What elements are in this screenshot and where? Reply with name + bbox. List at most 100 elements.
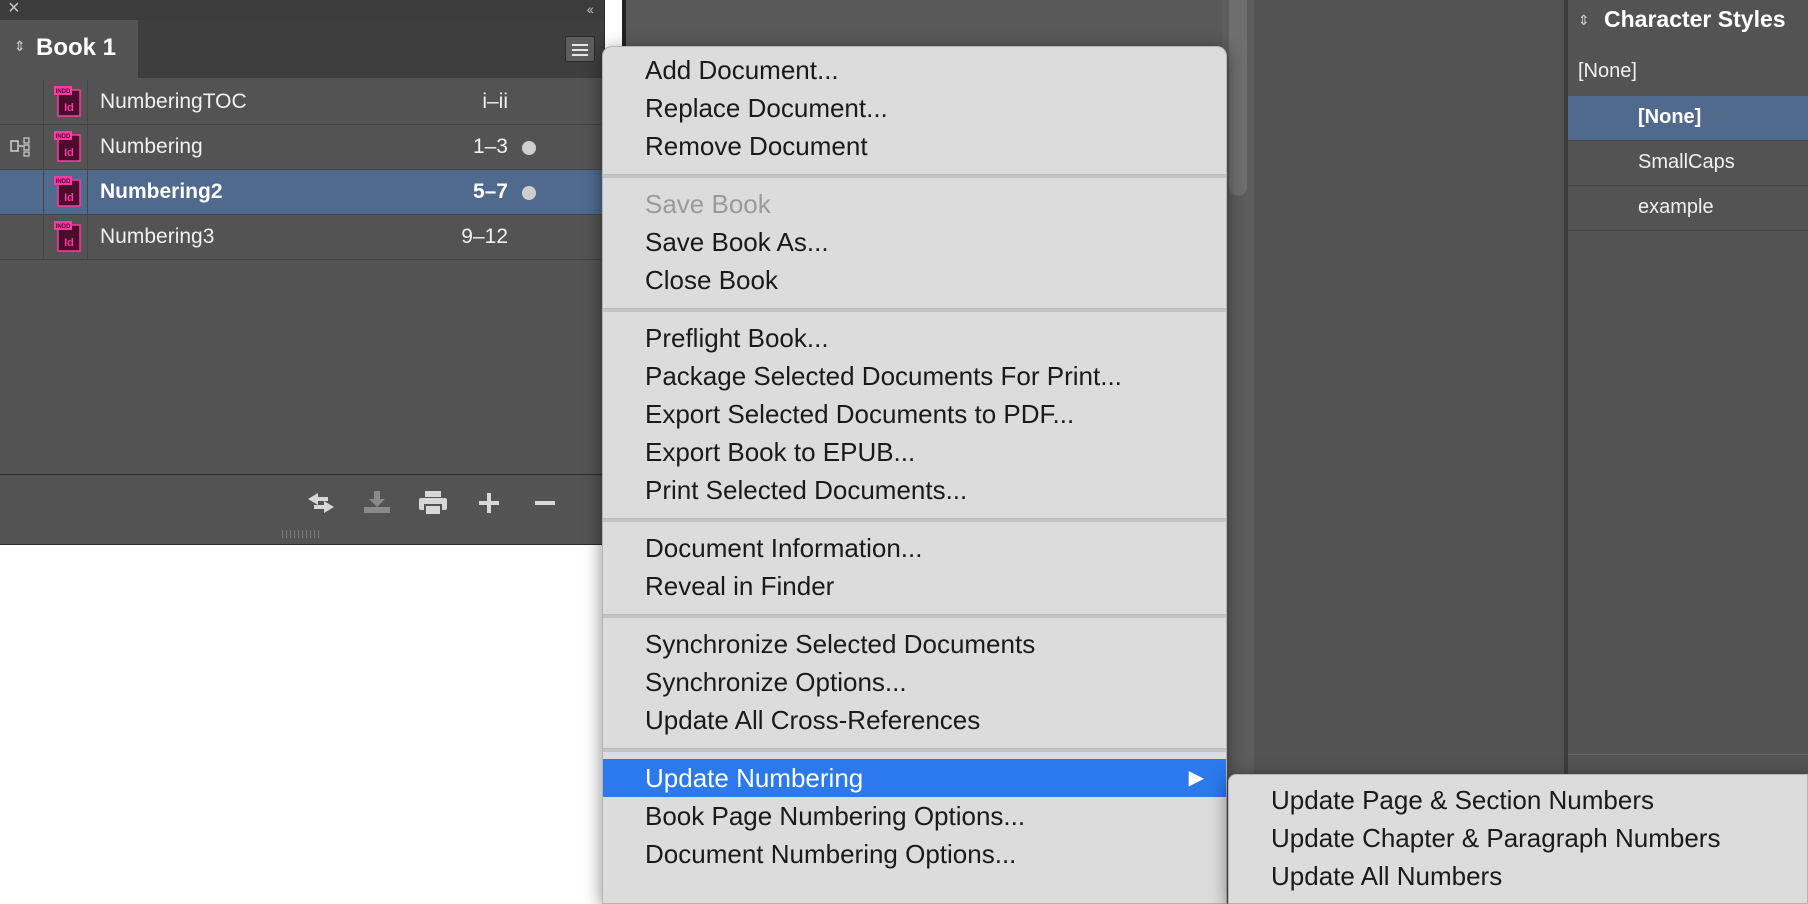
document-page-range: 5–7 bbox=[472, 180, 508, 203]
style-item-none[interactable]: [None] bbox=[1568, 96, 1808, 141]
indesign-document-icon: INDD Id bbox=[54, 221, 81, 252]
style-item-example[interactable]: example bbox=[1568, 186, 1808, 231]
menu-item-package-selected-documents-for-print[interactable]: Package Selected Documents For Print... bbox=[603, 357, 1226, 395]
menu-group: Preflight Book... Package Selected Docume… bbox=[603, 315, 1226, 515]
menu-item-label: Update All Cross-References bbox=[645, 705, 981, 735]
synchronize-icon[interactable] bbox=[304, 489, 338, 517]
svg-text:Id: Id bbox=[64, 102, 74, 114]
menu-item-label: Book Page Numbering Options... bbox=[645, 801, 1026, 831]
menu-item-label: Document Numbering Options... bbox=[645, 839, 1017, 869]
svg-text:Id: Id bbox=[64, 237, 74, 249]
menu-item-close-book[interactable]: Close Book bbox=[603, 261, 1226, 299]
menu-item-preflight-book[interactable]: Preflight Book... bbox=[603, 319, 1226, 357]
sync-status-cell bbox=[0, 80, 44, 124]
document-row[interactable]: INDD Id Numbering3 9–12 bbox=[0, 215, 604, 260]
print-icon[interactable] bbox=[416, 489, 450, 517]
doc-icon-cell: INDD Id bbox=[44, 125, 88, 169]
document-name: Numbering bbox=[100, 135, 203, 158]
style-item-smallcaps[interactable]: SmallCaps bbox=[1568, 141, 1808, 186]
menu-item-print-selected-documents[interactable]: Print Selected Documents... bbox=[603, 471, 1226, 509]
document-name: NumberingTOC bbox=[100, 90, 247, 113]
document-row[interactable]: INDD Id Numbering 1–3 bbox=[0, 125, 604, 170]
menu-item-add-document[interactable]: Add Document... bbox=[603, 51, 1226, 89]
character-styles-panel: ⇕ Character Styles [None] [None] SmallCap… bbox=[1568, 0, 1808, 904]
style-label: [None] bbox=[1638, 106, 1702, 128]
menu-item-reveal-in-finder[interactable]: Reveal in Finder bbox=[603, 567, 1226, 605]
document-name: Numbering3 bbox=[100, 225, 215, 248]
save-book-icon[interactable] bbox=[360, 489, 394, 517]
collapse-icon[interactable]: ‹‹ bbox=[587, 0, 594, 19]
submenu-arrow-icon: ▶ bbox=[1188, 767, 1204, 789]
menu-item-export-selected-documents-to-pdf[interactable]: Export Selected Documents to PDF... bbox=[603, 395, 1226, 433]
book-title: Book 1 bbox=[36, 34, 117, 61]
menu-item-export-book-to-epub[interactable]: Export Book to EPUB... bbox=[603, 433, 1226, 471]
menu-item-document-information[interactable]: Document Information... bbox=[603, 529, 1226, 567]
menu-group: Add Document... Replace Document... Remove… bbox=[603, 47, 1226, 171]
resize-grip[interactable] bbox=[282, 530, 320, 538]
svg-text:INDD: INDD bbox=[56, 134, 71, 140]
menu-item-remove-document[interactable]: Remove Document bbox=[603, 127, 1226, 165]
submenu-item-update-all-numbers[interactable]: Update All Numbers bbox=[1229, 857, 1807, 895]
menu-group: Document Information... Reveal in Finder bbox=[603, 525, 1226, 611]
open-document-dot-icon bbox=[522, 186, 536, 200]
indesign-document-icon: INDD Id bbox=[54, 176, 81, 207]
document-page-range: i–ii bbox=[482, 90, 508, 113]
doc-icon-cell: INDD Id bbox=[44, 215, 88, 259]
remove-document-icon[interactable] bbox=[528, 489, 562, 517]
current-style: [None] bbox=[1578, 60, 1637, 82]
menu-item-save-book-as[interactable]: Save Book As... bbox=[603, 223, 1226, 261]
panel-title-bar: × ‹‹ bbox=[0, 0, 604, 20]
menu-item-synchronize-selected-documents[interactable]: Synchronize Selected Documents bbox=[603, 625, 1226, 663]
submenu-item-update-chapter-and-paragraph-numbers[interactable]: Update Chapter & Paragraph Numbers bbox=[1229, 819, 1807, 857]
menu-item-label: Remove Document bbox=[645, 131, 868, 161]
menu-item-label: Add Document... bbox=[645, 55, 839, 85]
menu-item-save-book: Save Book bbox=[603, 185, 1226, 223]
open-document-dot-icon bbox=[522, 141, 536, 155]
svg-text:INDD: INDD bbox=[56, 89, 71, 95]
panel-toolbar bbox=[0, 474, 604, 531]
menu-item-book-page-numbering-options[interactable]: Book Page Numbering Options... bbox=[603, 797, 1226, 835]
menu-item-label: Reveal in Finder bbox=[645, 571, 835, 601]
menu-item-update-all-cross-references[interactable]: Update All Cross-References bbox=[603, 701, 1226, 739]
document-row[interactable]: INDD Id Numbering2 5–7 bbox=[0, 170, 604, 215]
menu-item-label: Preflight Book... bbox=[645, 323, 829, 353]
updown-arrows-icon: ⇕ bbox=[14, 38, 26, 54]
style-list: [None] SmallCaps example bbox=[1568, 96, 1808, 231]
add-document-icon[interactable] bbox=[472, 489, 506, 517]
indesign-document-icon: INDD Id bbox=[54, 131, 81, 162]
book-panel: × ‹‹ ⇕ Book 1 INDD Id NumberingTOC i–ii INDD… bbox=[0, 0, 605, 545]
menu-item-label: Print Selected Documents... bbox=[645, 475, 968, 505]
svg-text:INDD: INDD bbox=[56, 179, 71, 185]
doc-icon-cell: INDD Id bbox=[44, 170, 88, 214]
style-label: example bbox=[1638, 196, 1714, 218]
menu-item-label: Synchronize Selected Documents bbox=[645, 629, 1036, 659]
panel-title: Character Styles bbox=[1604, 6, 1786, 32]
document-page-range: 9–12 bbox=[461, 225, 508, 248]
menu-item-label: Export Book to EPUB... bbox=[645, 437, 916, 467]
menu-item-replace-document[interactable]: Replace Document... bbox=[603, 89, 1226, 127]
divider bbox=[1568, 754, 1808, 755]
menu-separator bbox=[603, 614, 1226, 618]
tab-book[interactable]: ⇕ Book 1 bbox=[0, 20, 138, 78]
book-panel-menu: Add Document... Replace Document... Remove… bbox=[602, 46, 1227, 904]
document-row[interactable]: INDD Id NumberingTOC i–ii bbox=[0, 80, 604, 125]
svg-text:Id: Id bbox=[64, 147, 74, 159]
submenu-item-update-page-and-section-numbers[interactable]: Update Page & Section Numbers bbox=[1229, 781, 1807, 819]
menu-separator bbox=[603, 518, 1226, 522]
close-icon[interactable]: × bbox=[8, 0, 20, 18]
menu-item-update-numbering[interactable]: Update Numbering ▶ bbox=[603, 759, 1226, 797]
menu-item-label: Save Book bbox=[645, 189, 771, 219]
svg-text:Id: Id bbox=[64, 192, 74, 204]
panel-menu-button[interactable] bbox=[565, 36, 595, 62]
updown-arrows-icon: ⇕ bbox=[1578, 12, 1590, 28]
menu-separator bbox=[603, 308, 1226, 312]
menu-item-label: Save Book As... bbox=[645, 227, 829, 257]
menu-item-synchronize-options[interactable]: Synchronize Options... bbox=[603, 663, 1226, 701]
menu-item-document-numbering-options[interactable]: Document Numbering Options... bbox=[603, 835, 1226, 873]
menu-item-label: Replace Document... bbox=[645, 93, 888, 123]
menu-group: Update Numbering ▶ Book Page Numbering Opt… bbox=[603, 755, 1226, 879]
indesign-document-icon: INDD Id bbox=[54, 86, 81, 117]
update-numbering-submenu: Update Page & Section Numbers Update Chap… bbox=[1228, 774, 1808, 904]
scrollbar-thumb[interactable] bbox=[1229, 0, 1247, 196]
sync-status-cell bbox=[0, 215, 44, 259]
